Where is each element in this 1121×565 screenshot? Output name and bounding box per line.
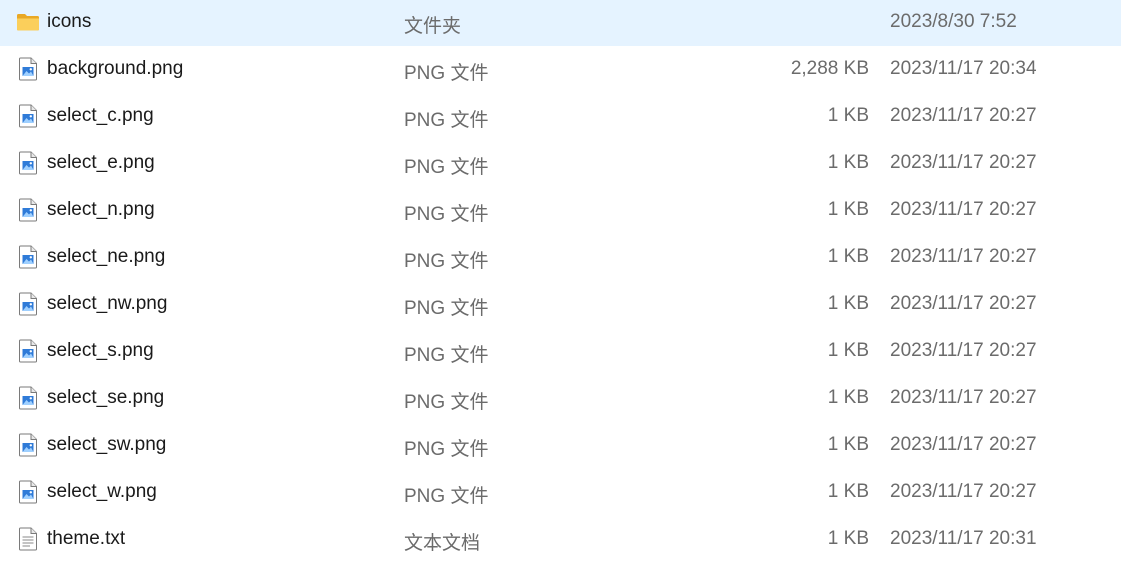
file-type: PNG 文件 [404, 157, 489, 178]
image-file-icon [16, 104, 40, 128]
image-file-icon [16, 339, 40, 363]
file-row[interactable]: icons 文件夹 2023/8/30 7:52 [0, 0, 1121, 46]
file-type: PNG 文件 [404, 251, 489, 272]
file-row[interactable]: select_ne.png PNG 文件 1 KB 2023/11/17 20:27 [0, 234, 1121, 281]
file-size: 1 KB [827, 340, 869, 361]
file-date: 2023/11/17 20:27 [890, 152, 1037, 173]
file-name: select_n.png [47, 199, 155, 220]
file-name: select_s.png [47, 340, 154, 361]
file-size: 2,288 KB [790, 58, 869, 79]
file-type: PNG 文件 [404, 392, 489, 413]
file-name: select_e.png [47, 152, 155, 173]
image-file-icon [16, 292, 40, 316]
file-row[interactable]: select_sw.png PNG 文件 1 KB 2023/11/17 20:27 [0, 422, 1121, 469]
file-name: background.png [47, 58, 184, 79]
file-type: PNG 文件 [404, 439, 489, 460]
file-type: 文本文档 [404, 533, 481, 554]
file-name: select_w.png [47, 481, 157, 502]
file-name: select_ne.png [47, 246, 166, 267]
file-name: select_c.png [47, 105, 154, 126]
file-date: 2023/8/30 7:52 [890, 11, 1017, 32]
file-type: PNG 文件 [404, 345, 489, 366]
text-file-icon [16, 527, 40, 551]
file-date: 2023/11/17 20:27 [890, 434, 1037, 455]
file-row[interactable]: select_w.png PNG 文件 1 KB 2023/11/17 20:27 [0, 469, 1121, 516]
file-row[interactable]: select_se.png PNG 文件 1 KB 2023/11/17 20:27 [0, 375, 1121, 422]
file-type: PNG 文件 [404, 110, 489, 131]
file-date: 2023/11/17 20:34 [890, 58, 1037, 79]
file-date: 2023/11/17 20:27 [890, 293, 1037, 314]
file-size: 1 KB [827, 434, 869, 455]
image-file-icon [16, 245, 40, 269]
folder-icon [16, 10, 40, 34]
file-size: 1 KB [827, 199, 869, 220]
file-name: select_nw.png [47, 293, 168, 314]
file-size: 1 KB [827, 481, 869, 502]
file-row[interactable]: select_c.png PNG 文件 1 KB 2023/11/17 20:27 [0, 93, 1121, 140]
file-date: 2023/11/17 20:27 [890, 246, 1037, 267]
file-date: 2023/11/17 20:27 [890, 340, 1037, 361]
image-file-icon [16, 433, 40, 457]
file-date: 2023/11/17 20:27 [890, 481, 1037, 502]
file-type: PNG 文件 [404, 298, 489, 319]
file-size: 1 KB [827, 105, 869, 126]
file-list: icons 文件夹 2023/8/30 7:52 background.png PNG … [0, 0, 1121, 565]
file-name: select_sw.png [47, 434, 167, 455]
file-date: 2023/11/17 20:27 [890, 105, 1037, 126]
image-file-icon [16, 198, 40, 222]
file-size: 1 KB [827, 246, 869, 267]
file-date: 2023/11/17 20:31 [890, 528, 1037, 549]
file-name: icons [47, 11, 92, 32]
file-date: 2023/11/17 20:27 [890, 199, 1037, 220]
image-file-icon [16, 57, 40, 81]
file-type: PNG 文件 [404, 63, 489, 84]
file-type: 文件夹 [404, 16, 462, 37]
image-file-icon [16, 386, 40, 410]
file-row[interactable]: select_n.png PNG 文件 1 KB 2023/11/17 20:27 [0, 187, 1121, 234]
file-row[interactable]: theme.txt 文本文档 1 KB 2023/11/17 20:31 [0, 516, 1121, 563]
file-row[interactable]: background.png PNG 文件 2,288 KB 2023/11/17 2… [0, 46, 1121, 93]
file-row[interactable]: select_e.png PNG 文件 1 KB 2023/11/17 20:27 [0, 140, 1121, 187]
file-size: 1 KB [827, 387, 869, 408]
file-row[interactable]: select_nw.png PNG 文件 1 KB 2023/11/17 20:27 [0, 281, 1121, 328]
file-size: 1 KB [827, 152, 869, 173]
image-file-icon [16, 151, 40, 175]
file-size: 1 KB [827, 528, 869, 549]
file-name: select_se.png [47, 387, 165, 408]
file-row[interactable]: select_s.png PNG 文件 1 KB 2023/11/17 20:27 [0, 328, 1121, 375]
file-date: 2023/11/17 20:27 [890, 387, 1037, 408]
file-size: 1 KB [827, 293, 869, 314]
file-name: theme.txt [47, 528, 126, 549]
image-file-icon [16, 480, 40, 504]
file-type: PNG 文件 [404, 486, 489, 507]
file-type: PNG 文件 [404, 204, 489, 225]
